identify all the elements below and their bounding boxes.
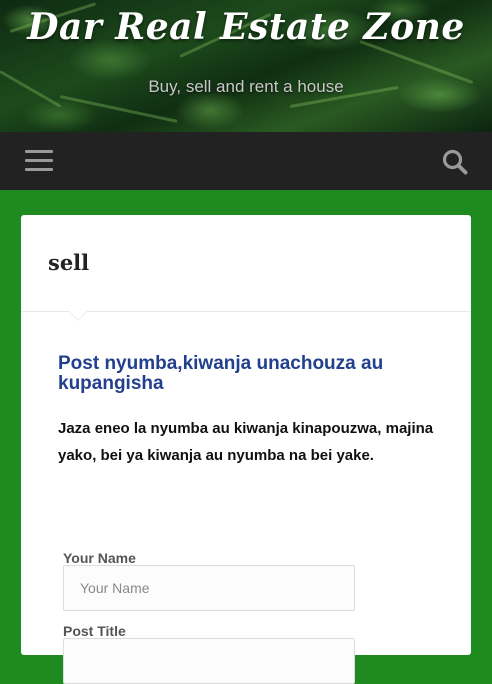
site-title[interactable]: Dar Real Estate Zone xyxy=(0,6,492,48)
main-navbar xyxy=(0,132,492,190)
page-title: sell xyxy=(48,250,90,275)
site-header: Dar Real Estate Zone Buy, sell and rent … xyxy=(0,0,492,132)
page-title-area: sell xyxy=(21,215,471,312)
your-name-label: Your Name xyxy=(63,550,136,566)
post-title-input[interactable] xyxy=(63,638,355,684)
search-icon[interactable] xyxy=(442,149,468,175)
post-title-label: Post Title xyxy=(63,623,126,639)
your-name-input[interactable] xyxy=(63,565,355,611)
fern-decoration xyxy=(59,95,178,123)
title-pointer-inner xyxy=(69,311,87,320)
content-card: sell Post nyumba,kiwanja unachouza au ku… xyxy=(21,215,471,684)
hamburger-menu-icon[interactable] xyxy=(25,150,53,172)
site-tagline: Buy, sell and rent a house xyxy=(148,77,344,96)
post-heading: Post nyumba,kiwanja unachouza au kupangi… xyxy=(58,353,384,394)
post-description: Jaza eneo la nyumba au kiwanja kinapouzw… xyxy=(58,420,434,464)
